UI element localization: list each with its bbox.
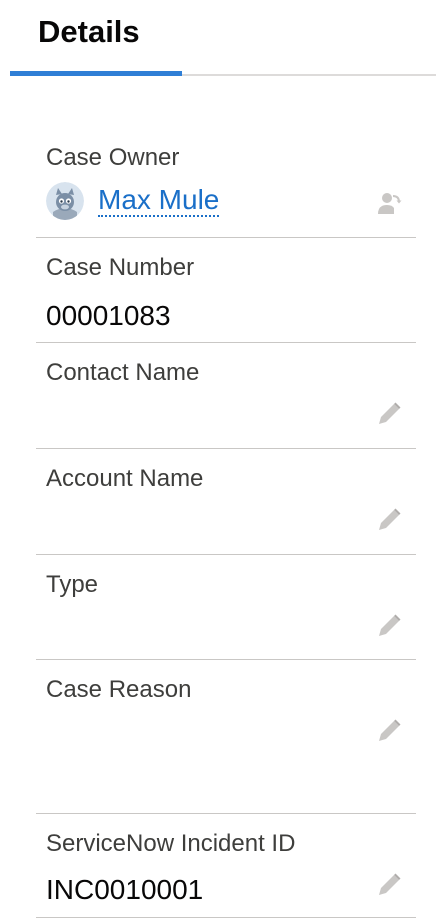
case-number-label: Case Number (46, 254, 195, 281)
edit-servicenow-incident-id-button[interactable] (374, 870, 404, 900)
type-label: Type (46, 571, 99, 598)
field-account-name: Account Name (36, 449, 416, 555)
tab-details[interactable]: Details (10, 0, 182, 76)
pencil-icon (379, 508, 401, 530)
field-contact-name: Contact Name (36, 343, 416, 449)
pencil-icon (379, 719, 401, 741)
pencil-icon (379, 873, 401, 895)
tab-bar: Details (10, 0, 436, 76)
case-owner-link[interactable]: Max Mule (98, 185, 220, 217)
edit-contact-name-button[interactable] (374, 399, 404, 429)
edit-type-button[interactable] (374, 611, 404, 641)
field-case-reason: Case Reason (36, 660, 416, 814)
edit-account-name-button[interactable] (374, 505, 404, 535)
mule-avatar-icon[interactable] (46, 182, 84, 220)
change-owner-icon[interactable] (374, 188, 404, 218)
servicenow-incident-id-value: INC0010001 (46, 874, 204, 905)
servicenow-incident-id-label: ServiceNow Incident ID (46, 830, 296, 857)
case-reason-label: Case Reason (46, 676, 192, 703)
tab-details-label: Details (38, 14, 140, 49)
pencil-icon (379, 402, 401, 424)
edit-case-reason-button[interactable] (374, 716, 404, 746)
account-name-label: Account Name (46, 465, 204, 492)
field-case-number: Case Number 00001083 (36, 238, 416, 343)
field-case-owner: Case Owner Max Mule (36, 132, 416, 238)
field-servicenow-incident-id: ServiceNow Incident ID INC0010001 (36, 814, 416, 918)
field-type: Type (36, 555, 416, 660)
case-number-value: 00001083 (46, 300, 171, 331)
contact-name-label: Contact Name (46, 359, 200, 386)
pencil-icon (379, 614, 401, 636)
case-owner-label: Case Owner (46, 144, 180, 171)
